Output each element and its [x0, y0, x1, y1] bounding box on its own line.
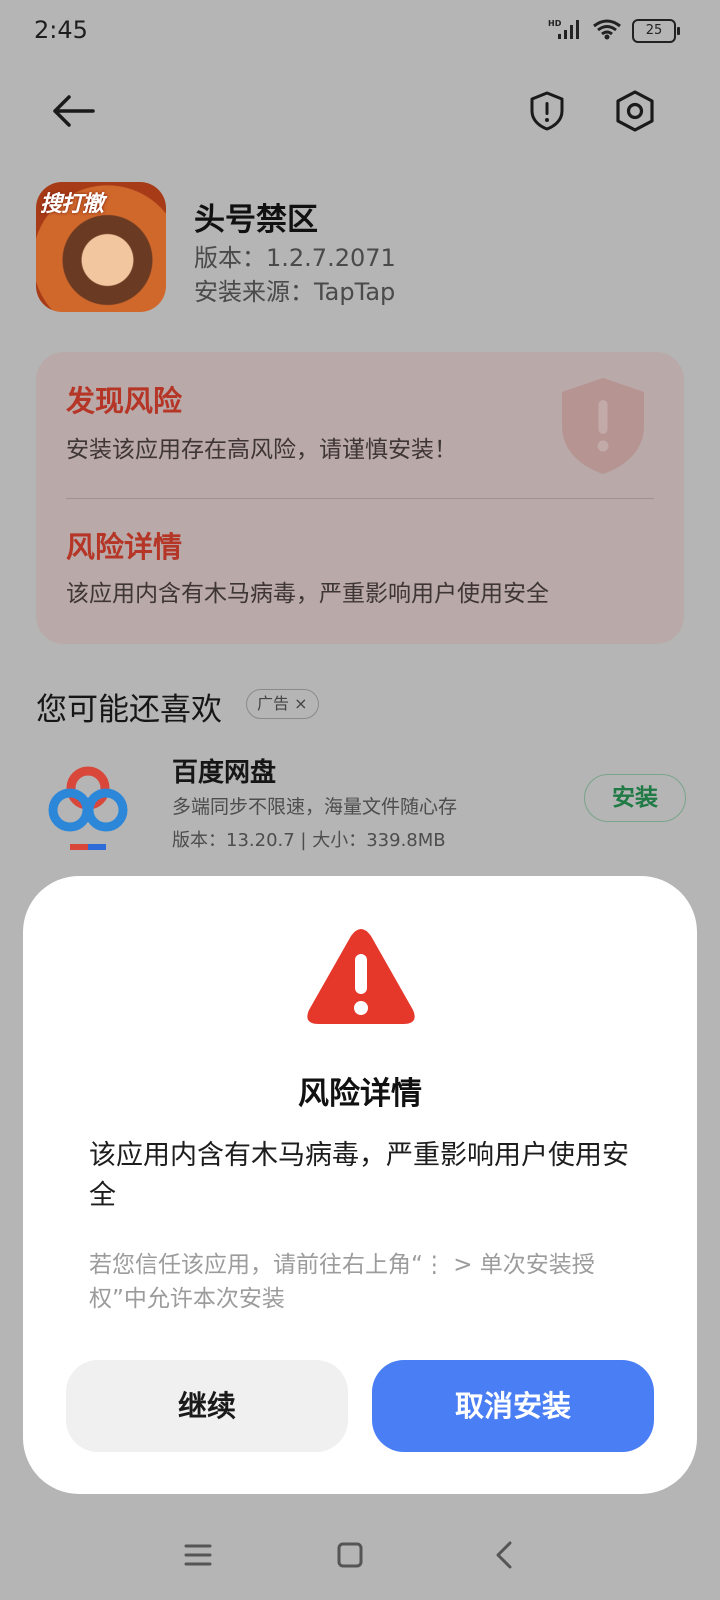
shield-watermark-icon: [562, 378, 644, 474]
risk-divider: [66, 498, 654, 499]
arrow-left-icon: [53, 95, 95, 127]
menu-nav-button[interactable]: [168, 1530, 228, 1580]
recommend-app-desc: 多端同步不限速，海量文件随心存: [172, 796, 458, 818]
warning-icon: [307, 929, 415, 1024]
menu-icon: [184, 1544, 212, 1566]
wifi-icon: [592, 18, 622, 44]
settings-button[interactable]: [604, 80, 666, 142]
dialog-hint: 若您信任该应用，请前往右上角“⋮ > 单次安装授权”中允许本次安装: [89, 1252, 595, 1312]
risk-card: 发现风险 安装该应用存在高风险，请谨慎安装！ 风险详情 该应用内含有木马病毒，严…: [36, 352, 684, 644]
risk-detail-title: 风险详情: [66, 530, 183, 564]
dialog-title: 风险详情: [298, 1076, 422, 1112]
app-source: 安装来源：TapTap: [194, 278, 396, 306]
shield-alert-icon: [530, 91, 564, 131]
risk-detail-text: 该应用内含有木马病毒，严重影响用户使用安全: [66, 581, 549, 607]
ad-label: 广告: [257, 694, 290, 713]
recommend-title: 您可能还喜欢: [36, 692, 222, 728]
cancel-install-button[interactable]: 取消安装: [372, 1360, 654, 1452]
install-button[interactable]: 安装: [584, 774, 686, 822]
app-icon-text: 搜打撤: [40, 192, 104, 217]
status-bar: 2:45 HD 25: [0, 0, 720, 66]
home-nav-button[interactable]: [320, 1530, 380, 1580]
recommend-app-item[interactable]: 百度网盘 多端同步不限速，海量文件随心存 版本：13.20.7 | 大小：339…: [36, 752, 686, 862]
recommend-app-meta: 版本：13.20.7 | 大小：339.8MB: [172, 830, 446, 851]
back-button[interactable]: [42, 80, 104, 142]
continue-button[interactable]: 继续: [66, 1360, 348, 1452]
ad-badge[interactable]: 广告 ×: [246, 689, 319, 719]
risk-text: 安装该应用存在高风险，请谨慎安装！: [66, 437, 457, 463]
app-version: 版本：1.2.7.2071: [194, 244, 396, 272]
app-name: 头号禁区: [194, 202, 318, 238]
security-button[interactable]: [516, 80, 578, 142]
recommend-app-name: 百度网盘: [172, 758, 277, 788]
risk-title: 发现风险: [66, 384, 183, 418]
risk-dialog: 风险详情 该应用内含有木马病毒，严重影响用户使用安全 若您信任该应用，请前往右上…: [23, 876, 697, 1494]
status-icons: HD 25: [548, 18, 680, 44]
toolbar: [0, 80, 720, 142]
baidu-netdisk-app-icon: [48, 766, 128, 850]
gear-icon: [616, 90, 654, 132]
status-time: 2:45: [34, 16, 88, 44]
app-header: 搜打撤 头号禁区 版本：1.2.7.2071 安装来源：TapTap: [36, 182, 686, 312]
battery-icon: 25: [632, 19, 680, 43]
ad-close-icon[interactable]: ×: [294, 694, 307, 713]
navigation-bar: [0, 1520, 720, 1600]
app-icon: 搜打撤: [36, 182, 166, 312]
back-nav-button[interactable]: [474, 1530, 534, 1580]
back-chevron-icon: [496, 1541, 512, 1569]
dialog-message: 该应用内含有木马病毒，严重影响用户使用安全: [89, 1140, 629, 1211]
svg-text:HD: HD: [548, 19, 562, 28]
home-square-icon: [337, 1542, 363, 1568]
signal-icon: HD: [548, 18, 582, 44]
